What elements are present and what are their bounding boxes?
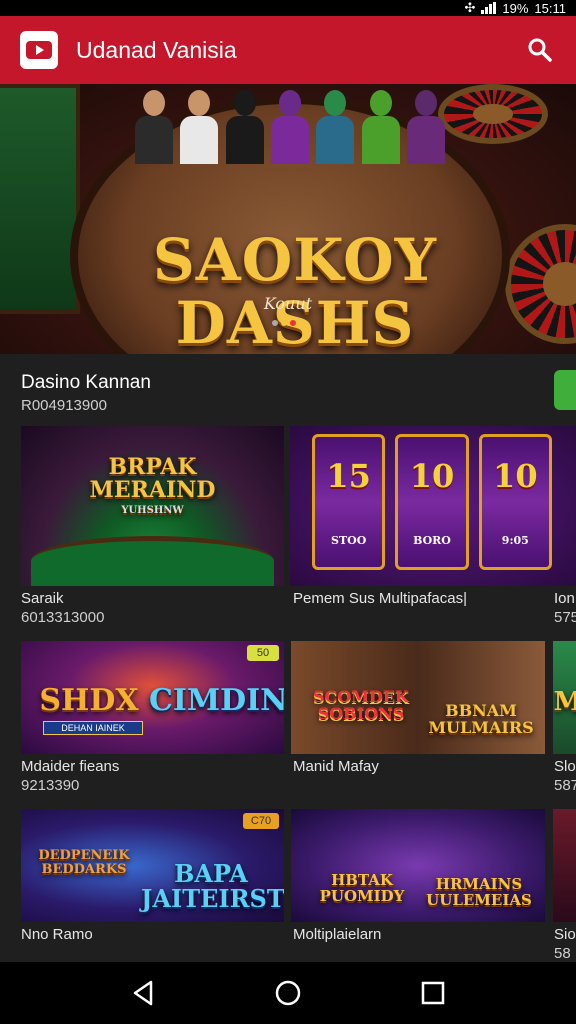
recents-button[interactable] — [413, 973, 453, 1013]
reel-value: 10 — [409, 456, 455, 495]
tile-badge: 50 — [247, 645, 279, 661]
app-bar: Udanad Vanisia — [0, 16, 576, 84]
play-logo-icon[interactable] — [20, 31, 58, 69]
search-icon — [528, 38, 552, 62]
tile-art-title: HBTAK PUOMIDY — [319, 871, 405, 905]
tile-subcaption: 9213390 — [21, 777, 80, 794]
tile-caption: Pemem Sus Multipafacas| — [293, 590, 467, 607]
game-tile[interactable]: DEDPENEIK BEDDARKS BAPA JAITEIRST C70 — [21, 809, 284, 922]
game-tile[interactable]: SCOMDEK SOBIONS BBNAM MULMAIRS — [291, 641, 545, 754]
tile-art-title: M — [553, 687, 576, 717]
hero-title-line1: SAOKOY — [152, 226, 438, 294]
tile-caption: Manid Mafay — [293, 758, 379, 775]
tile-art-title2: BBNAM MULMAIRS — [428, 701, 534, 737]
reel-value: 15 — [326, 456, 371, 495]
tile-art-title: BRPAK MERAIND — [89, 454, 216, 504]
home-circle-icon — [275, 980, 301, 1006]
hero-subtitle: Kouut — [263, 294, 313, 313]
tile-art-subtitle: YUHSHNW — [121, 505, 184, 516]
recents-square-icon — [422, 981, 445, 1005]
reel-label: STOO — [331, 534, 367, 548]
section-subtitle: R004913900 — [21, 397, 107, 414]
status-bar: ✣ 19% 15:11 — [0, 0, 576, 16]
tile-art-title: SHDX — [39, 683, 139, 718]
side-card-table — [0, 84, 80, 314]
game-tile[interactable]: M — [553, 641, 576, 754]
roulette-wheel-right — [505, 224, 576, 344]
tile-caption: Mdaider fieans — [21, 758, 120, 775]
section-title: Dasino Kannan — [21, 372, 151, 393]
game-tile[interactable]: 15 STOO 10 BORO 10 9:05 — [290, 426, 576, 586]
game-tile[interactable]: BRPAK MERAIND YUHSHNW — [21, 426, 284, 586]
back-triangle-icon — [133, 980, 152, 1006]
tile-caption: Nno Ramo — [21, 926, 93, 943]
signal-icon — [481, 2, 497, 14]
tile-art-title2: CIMDING — [149, 683, 284, 718]
tile-subcaption: 58 — [554, 945, 571, 962]
app-title: Udanad Vanisia — [76, 36, 237, 63]
tile-art-title: SCOMDEK SOBIONS — [313, 687, 409, 723]
notification-icon: ✣ — [464, 0, 476, 15]
tile-subcaption: 587 — [554, 777, 576, 794]
tile-subcaption: 575 — [554, 609, 576, 626]
install-button[interactable] — [554, 370, 576, 410]
roulette-wheel-top — [438, 84, 548, 144]
reel-label: BORO — [413, 534, 451, 548]
tile-caption: Ion — [554, 590, 575, 607]
game-tile[interactable]: SHDX CIMDING DEHAN IAINEK 50 — [21, 641, 284, 754]
game-tile[interactable] — [553, 809, 576, 922]
system-nav-bar — [0, 962, 576, 1024]
home-button[interactable] — [268, 973, 308, 1013]
tile-banner: DEHAN IAINEK — [43, 721, 143, 735]
tile-art-title2: HRMAINS UULEMEIAS — [426, 875, 532, 909]
search-button[interactable] — [524, 34, 556, 66]
tile-subcaption: 6013313000 — [21, 609, 105, 626]
slot-reels: 15 STOO 10 BORO 10 9:05 — [312, 434, 552, 570]
reel-label: 9:05 — [501, 534, 529, 548]
game-tile[interactable]: HBTAK PUOMIDY HRMAINS UULEMEIAS — [291, 809, 545, 922]
reel-value: 10 — [493, 456, 538, 495]
tile-art-title2: BAPA JAITEIRST — [141, 859, 284, 914]
clock: 15:11 — [534, 0, 566, 16]
back-button[interactable] — [123, 973, 163, 1013]
tile-art-title: DEDPENEIK BEDDARKS — [38, 848, 130, 877]
tile-caption: Saraik — [21, 590, 64, 607]
tile-caption: Moltiplaielarn — [293, 926, 382, 943]
tile-caption: Slo — [554, 758, 576, 775]
tile-badge: C70 — [243, 813, 279, 829]
hero-banner[interactable]: SAOKOY DASHS Kouut — [0, 84, 576, 354]
hero-people — [135, 84, 445, 164]
tile-caption: Sio — [554, 926, 576, 943]
battery-percent: 19% — [502, 0, 529, 16]
carousel-dots[interactable] — [272, 320, 296, 326]
